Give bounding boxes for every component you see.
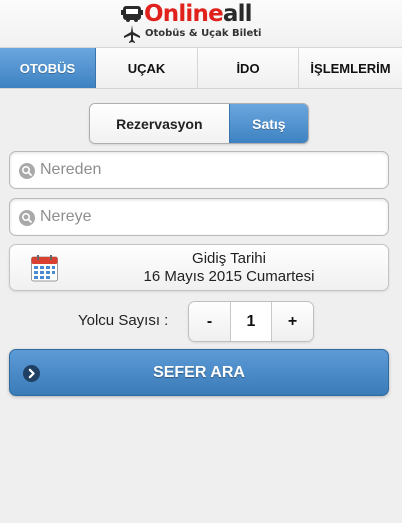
brand-logo[interactable]: Onlineall Otobüs & Uçak Bileti: [121, 1, 271, 45]
bus-plane-logo-icon: [121, 6, 143, 43]
brand-name: Onlineall: [144, 1, 253, 27]
tab-islemlerim[interactable]: İŞLEMLERİM: [299, 48, 402, 88]
passenger-count-value[interactable]: 1: [230, 302, 272, 341]
rezervasyon-button[interactable]: Rezervasyon: [90, 104, 229, 143]
date-text: Gidiş Tarihi 16 Mayıs 2015 Cumartesi: [70, 250, 388, 286]
satis-button[interactable]: Satış: [228, 104, 308, 143]
tab-otobus[interactable]: OTOBÜS: [0, 48, 96, 88]
decrement-button[interactable]: -: [189, 302, 230, 341]
passenger-stepper: - 1 +: [188, 301, 314, 342]
main-tabs: OTOBÜS UÇAK İDO İŞLEMLERİM: [0, 48, 402, 89]
date-label: Gidiş Tarihi: [192, 250, 266, 267]
increment-button[interactable]: +: [272, 302, 313, 341]
search-icon: [19, 210, 35, 226]
calendar-icon: [31, 255, 58, 282]
passenger-count-label: Yolcu Sayısı :: [78, 312, 169, 329]
search-button-label: SEFER ARA: [153, 364, 245, 381]
brand-tagline: Otobüs & Uçak Bileti: [145, 28, 262, 39]
tab-ido[interactable]: İDO: [198, 48, 299, 88]
tab-ucak[interactable]: UÇAK: [96, 48, 198, 88]
search-trips-button[interactable]: SEFER ARA: [9, 349, 389, 396]
from-field: [9, 151, 389, 189]
app-header: Onlineall Otobüs & Uçak Bileti: [0, 0, 402, 48]
date-value: 16 Mayıs 2015 Cumartesi: [143, 268, 315, 285]
mode-toggle: Rezervasyon Satış: [89, 103, 309, 144]
to-input[interactable]: [40, 203, 380, 231]
from-input[interactable]: [40, 156, 380, 184]
to-field: [9, 198, 389, 236]
departure-date-button[interactable]: Gidiş Tarihi 16 Mayıs 2015 Cumartesi: [9, 244, 389, 291]
search-icon: [19, 163, 35, 179]
